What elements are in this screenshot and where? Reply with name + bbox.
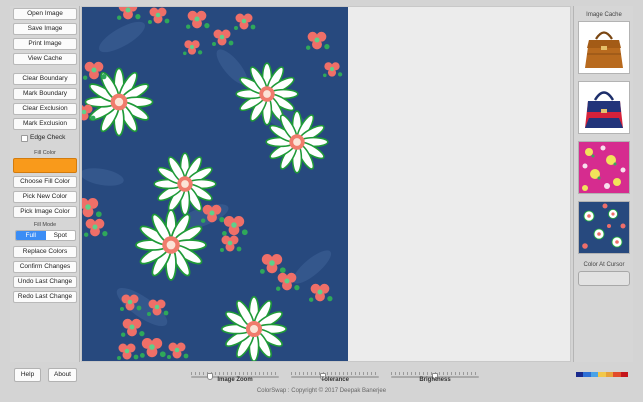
red-blue-handbag-thumbnail[interactable]: [578, 81, 630, 134]
palette-swatch: [583, 372, 591, 377]
left-toolbar: Open Image Save Image Print Image View C…: [10, 6, 80, 362]
image-cache-panel: Image Cache Color At Cursor: [573, 6, 633, 362]
floral-pattern-svg: [82, 7, 348, 361]
image-canvas[interactable]: [81, 6, 571, 362]
palette-swatch: [590, 372, 599, 377]
blue-floral-fabric-thumbnail[interactable]: [578, 201, 630, 254]
undo-last-change-button[interactable]: Undo Last Change: [13, 276, 77, 288]
tolerance-label: Tolerance: [321, 377, 349, 383]
red-blue-handbag-image: [585, 91, 623, 128]
image-cache-title: Image Cache: [586, 12, 622, 18]
pick-image-color-button[interactable]: Pick Image Color: [13, 206, 77, 218]
mark-boundary-button[interactable]: Mark Boundary: [13, 88, 77, 100]
fill-color-swatch[interactable]: [13, 158, 77, 173]
help-button[interactable]: Help: [14, 368, 41, 382]
palette-swatch: [598, 372, 606, 377]
image-zoom-ticks: [191, 372, 279, 375]
open-image-button[interactable]: Open Image: [13, 8, 77, 20]
tolerance-ticks: [291, 372, 379, 375]
print-image-button[interactable]: Print Image: [13, 38, 77, 50]
color-at-cursor-label: Color At Cursor: [583, 262, 625, 268]
redo-last-change-button[interactable]: Redo Last Change: [13, 291, 77, 303]
confirm-changes-button[interactable]: Confirm Changes: [13, 261, 77, 273]
palette-swatch: [576, 372, 584, 377]
pink-floral-fabric-image: [579, 142, 629, 193]
palette-swatch: [605, 372, 614, 377]
brightness-label: Brightness: [419, 377, 451, 383]
fill-mode-segmented-control: Full Spot: [15, 230, 76, 241]
clear-exclusion-button[interactable]: Clear Exclusion: [13, 103, 77, 115]
edge-check-checkbox[interactable]: [21, 135, 28, 142]
fill-mode-spot[interactable]: Spot: [46, 231, 76, 240]
choose-fill-color-button[interactable]: Choose Fill Color: [13, 176, 77, 188]
fill-mode-full[interactable]: Full: [16, 231, 46, 240]
pink-floral-fabric-thumbnail[interactable]: [578, 141, 630, 194]
palette-swatch: [620, 372, 628, 377]
pick-new-color-button[interactable]: Pick New Color: [13, 191, 77, 203]
fill-mode-label: Fill Mode: [33, 222, 57, 228]
view-cache-button[interactable]: View Cache: [13, 53, 77, 65]
color-palette-bar: [576, 372, 628, 377]
save-image-button[interactable]: Save Image: [13, 23, 77, 35]
palette-swatch: [613, 372, 621, 377]
mark-exclusion-button[interactable]: Mark Exclusion: [13, 118, 77, 130]
brown-handbag-image: [585, 31, 623, 68]
image-zoom-label: Image Zoom: [217, 377, 253, 383]
floral-fabric-image[interactable]: [82, 7, 348, 361]
fill-color-label: Fill Color: [34, 150, 56, 156]
copyright-text: ColorSwap : Copyright © 2017 Deepak Bane…: [256, 388, 387, 394]
edge-check-label: Edge Check: [30, 134, 66, 141]
clear-boundary-button[interactable]: Clear Boundary: [13, 73, 77, 85]
color-at-cursor-swatch: [578, 271, 630, 286]
replace-colors-button[interactable]: Replace Colors: [13, 246, 77, 258]
blue-floral-fabric-image: [579, 202, 629, 253]
about-button[interactable]: About: [48, 368, 77, 382]
brown-handbag-thumbnail[interactable]: [578, 21, 630, 74]
